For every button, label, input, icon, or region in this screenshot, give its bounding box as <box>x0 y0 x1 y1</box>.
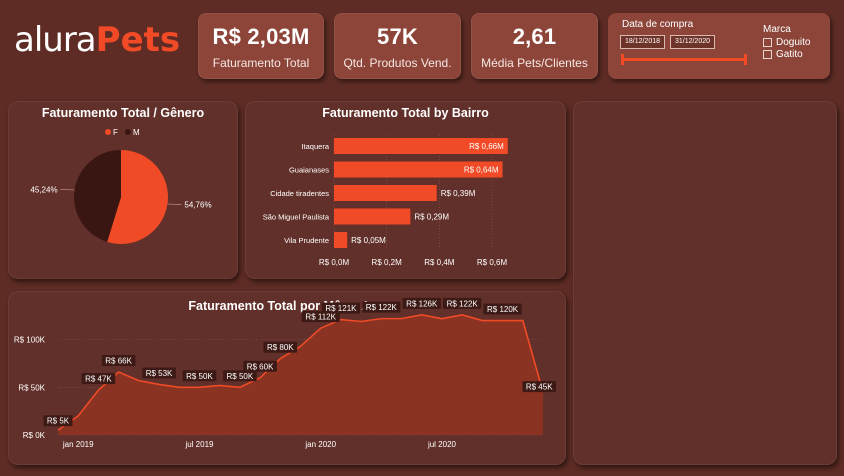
data-label: R$ 122K <box>366 303 398 312</box>
data-label: R$ 47K <box>85 375 112 384</box>
data-label: R$ 120K <box>487 305 519 314</box>
y-tick-label: R$ 50K <box>18 383 45 392</box>
data-label: R$ 50K <box>186 372 213 381</box>
y-tick-label: R$ 100K <box>14 336 46 345</box>
filter-card: Data de compra 18/12/2018 31/12/2020 Mar… <box>608 13 830 79</box>
y-tick-label: R$ 0K <box>23 431 46 440</box>
pie-leader-line <box>167 203 182 205</box>
alura-pets-logo: aluraPets <box>14 20 186 72</box>
logo-pets-text: Pets <box>95 20 181 60</box>
x-tick-label: jan 2019 <box>62 440 94 449</box>
x-tick-label: R$ 0,0M <box>319 258 350 267</box>
logo-alura-text: alura <box>14 20 97 60</box>
kpi-label: Qtd. Produtos Vend. <box>343 56 452 70</box>
panel-empty <box>573 101 837 465</box>
checkbox-box[interactable] <box>763 50 772 59</box>
bar-value-label: R$ 0,39M <box>441 189 476 198</box>
pie-value-label: 45,24% <box>30 185 57 194</box>
panel-gender-pie: Faturamento Total / Gênero F M 54,76% 45,24… <box>8 101 238 279</box>
brand-checkbox-doguito[interactable]: Doguito <box>763 37 810 48</box>
panel-bairro-bar: Faturamento Total by Bairro R$ 0,0M R$ 0,… <box>245 101 566 279</box>
date-start-input[interactable]: 18/12/2018 <box>620 35 665 49</box>
bar-value-label: R$ 0,29M <box>414 213 449 222</box>
x-tick-label: R$ 0,4M <box>424 258 455 267</box>
date-slider-end-handle[interactable] <box>744 54 747 65</box>
date-slider-start-handle[interactable] <box>621 54 624 65</box>
legend-label: M <box>133 128 140 137</box>
checkbox-label: Doguito <box>776 37 811 48</box>
data-label: R$ 66K <box>105 357 132 366</box>
kpi-card-produtos: 57K Qtd. Produtos Vend. <box>334 13 461 79</box>
data-label: R$ 80K <box>267 343 294 352</box>
checkbox-label: Gatito <box>776 49 803 60</box>
legend-marker <box>125 129 131 135</box>
data-label: R$ 5K <box>47 417 70 426</box>
bar <box>334 185 437 201</box>
y-category-label: Itaquera <box>301 142 329 151</box>
kpi-value: 57K <box>377 24 418 49</box>
data-label: R$ 112K <box>305 313 336 322</box>
x-tick-label: R$ 0,6M <box>477 258 508 267</box>
y-category-label: Vila Prudente <box>284 236 329 245</box>
data-label: R$ 45K <box>526 383 553 392</box>
bar-value-label: R$ 0,66M <box>469 142 504 151</box>
data-label: R$ 126K <box>406 299 438 308</box>
date-filter-title: Data de compra <box>622 19 694 30</box>
date-end-input[interactable]: 31/12/2020 <box>670 35 715 49</box>
y-category-label: São Miguel Paulista <box>263 213 330 222</box>
y-category-label: Guaianases <box>289 166 329 175</box>
pie-value-label: 54,76% <box>184 201 211 210</box>
kpi-label: Média Pets/Clientes <box>481 56 588 70</box>
kpi-card-faturamento: R$ 2,03M Faturamento Total <box>198 13 324 79</box>
data-label: R$ 60K <box>247 362 274 371</box>
legend-label: F <box>113 128 118 137</box>
legend-marker <box>105 129 111 135</box>
bar-value-label: R$ 0,64M <box>464 166 499 175</box>
bar-chart: R$ 0,0M R$ 0,2M R$ 0,4M R$ 0,6M Itaquera R$ 0… <box>263 135 508 267</box>
kpi-card-media-pets: 2,61 Média Pets/Clientes <box>471 13 598 79</box>
brand-filter-title: Marca <box>763 24 791 35</box>
data-label: R$ 122K <box>447 299 479 308</box>
brand-checkbox-gatito[interactable]: Gatito <box>763 49 803 60</box>
bar-value-label: R$ 0,05M <box>351 236 386 245</box>
kpi-value: R$ 2,03M <box>212 24 310 49</box>
data-label: R$ 50K <box>227 372 254 381</box>
x-tick-label: jul 2019 <box>184 440 214 449</box>
date-slider-track[interactable] <box>622 58 746 61</box>
area-chart: R$ 0K R$ 50K R$ 100K jan 2019 jul 2019 jan 20… <box>14 297 556 449</box>
area-fill <box>58 314 543 435</box>
checkbox-box[interactable] <box>763 38 772 47</box>
kpi-label: Faturamento Total <box>212 56 310 70</box>
bar <box>334 208 411 225</box>
x-tick-label: R$ 0,2M <box>372 258 403 267</box>
pie-leader-line <box>60 189 75 191</box>
data-label: R$ 121K <box>325 304 357 313</box>
bar <box>334 232 348 248</box>
y-category-label: Cidade tiradentes <box>270 189 329 198</box>
kpi-value: 2,61 <box>512 24 557 49</box>
panel-monthly-area: Faturamento Total por Mês e Ano R$ 0K R$ … <box>8 291 566 465</box>
x-tick-label: jan 2020 <box>304 440 336 449</box>
data-label: R$ 53K <box>146 369 173 378</box>
pie-chart: F M 54,76% 45,24% <box>30 128 212 244</box>
x-tick-label: jul 2020 <box>427 440 457 449</box>
